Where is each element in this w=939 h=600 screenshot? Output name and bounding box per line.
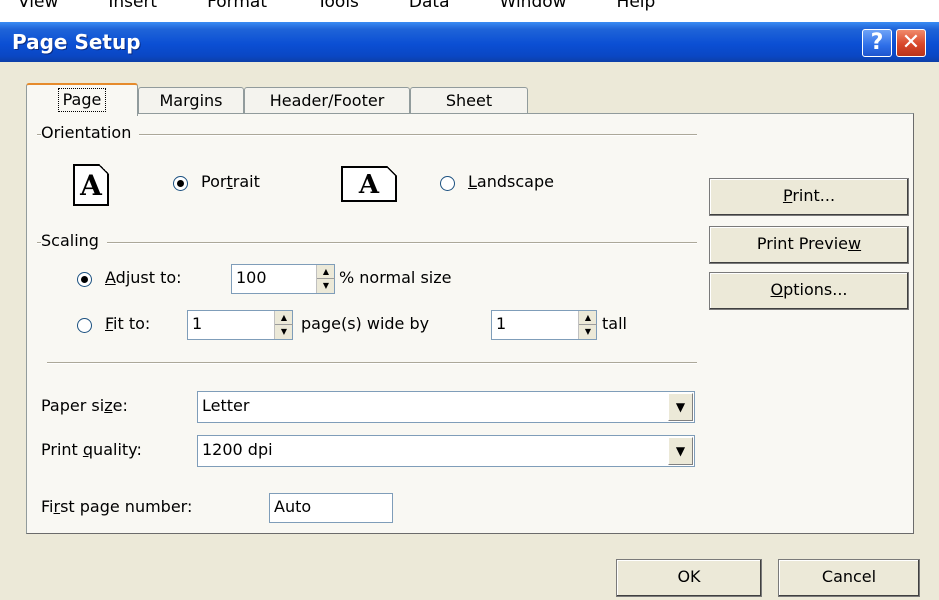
first-page-label-pre: Fi <box>41 497 54 516</box>
close-button[interactable]: ✕ <box>896 29 926 57</box>
spin-up-icon[interactable]: ▲ <box>275 311 293 325</box>
tab-page-label: Page <box>57 88 107 112</box>
page-setup-dialog: Page Margins Header/Footer Sheet Orienta… <box>0 62 939 600</box>
spin-down-icon[interactable]: ▼ <box>275 325 293 339</box>
help-icon: ? <box>870 30 884 55</box>
print-button-post: rint... <box>792 186 836 205</box>
fit-wide-input[interactable]: 1 ▲ ▼ <box>187 310 293 340</box>
landscape-label-post: andscape <box>476 172 554 191</box>
fit-to-label-post: it to: <box>113 314 151 333</box>
fit-to-label-key: F <box>105 314 114 333</box>
portrait-glyph: A <box>80 169 102 202</box>
print-button[interactable]: Print... <box>709 178 909 216</box>
first-page-input[interactable]: Auto <box>269 493 393 523</box>
tab-margins-label: Margins <box>159 91 223 110</box>
first-page-value: Auto <box>274 497 312 516</box>
landscape-radio[interactable] <box>440 176 455 191</box>
print-preview-button-key: w <box>848 234 862 253</box>
options-button[interactable]: Options... <box>709 272 909 310</box>
scaling-group-label: Scaling <box>41 231 107 250</box>
options-button-key: O <box>770 280 784 299</box>
landscape-label-key: L <box>468 172 477 191</box>
tab-sheet[interactable]: Sheet <box>410 87 528 115</box>
section-separator <box>47 362 697 364</box>
menu-data[interactable]: Data <box>409 0 450 12</box>
print-quality-select[interactable]: 1200 dpi ▼ <box>197 435 695 467</box>
tab-header-footer[interactable]: Header/Footer <box>244 87 410 115</box>
tab-sheet-label: Sheet <box>445 91 493 110</box>
fit-to-label[interactable]: Fit to: <box>105 314 150 333</box>
portrait-label[interactable]: Portrait <box>201 172 260 191</box>
spin-up-icon[interactable]: ▲ <box>579 311 597 325</box>
adjust-to-suffix: % normal size <box>339 268 452 287</box>
close-icon: ✕ <box>901 30 921 55</box>
chevron-down-icon[interactable]: ▼ <box>668 393 693 421</box>
portrait-label-post: rait <box>232 172 260 191</box>
scaling-divider <box>37 242 697 244</box>
fit-tall-spinner[interactable]: ▲ ▼ <box>578 311 597 339</box>
print-quality-label-key: q <box>82 440 94 459</box>
menu-help[interactable]: Help <box>617 0 656 12</box>
spin-down-icon[interactable]: ▼ <box>579 325 597 339</box>
paper-size-label-post: e: <box>112 396 128 415</box>
menu-insert[interactable]: Insert <box>108 0 157 12</box>
fit-tall-suffix: tall <box>602 314 627 333</box>
portrait-doc-icon: A <box>73 164 109 206</box>
window-title: Page Setup <box>12 30 141 54</box>
adjust-to-label-post: djust to: <box>115 268 182 287</box>
ok-button[interactable]: OK <box>616 559 762 597</box>
paper-size-label-pre: Paper si <box>41 396 105 415</box>
help-button[interactable]: ? <box>862 29 892 57</box>
paper-size-value: Letter <box>202 396 250 415</box>
fit-wide-suffix: page(s) wide by <box>301 314 430 333</box>
page-tab-panel: Orientation A Portrait A Landscape Scali… <box>26 113 914 534</box>
landscape-doc-icon: A <box>341 166 397 202</box>
chevron-down-icon[interactable]: ▼ <box>668 437 693 465</box>
print-preview-button-pre: Print Previe <box>756 234 848 253</box>
portrait-radio[interactable] <box>173 176 188 191</box>
print-quality-value: 1200 dpi <box>202 440 273 459</box>
fit-tall-value: 1 <box>496 314 507 333</box>
tab-header-footer-label: Header/Footer <box>269 91 385 110</box>
menubar-strip: View Insert Format Tools Data Window Hel… <box>0 0 939 22</box>
menu-tools[interactable]: Tools <box>317 0 359 12</box>
print-button-key: P <box>782 186 793 205</box>
first-page-label-post: st page number: <box>60 497 193 516</box>
options-button-post: ptions... <box>783 280 848 299</box>
print-quality-label-pre: Print <box>41 440 83 459</box>
print-quality-label: Print quality: <box>41 440 142 459</box>
paper-size-select[interactable]: Letter ▼ <box>197 391 695 423</box>
portrait-label-pre: Por <box>201 172 227 191</box>
tab-margins[interactable]: Margins <box>138 87 244 115</box>
fit-wide-value: 1 <box>192 314 203 333</box>
print-quality-label-post: uality: <box>93 440 142 459</box>
paper-size-label-key: z <box>104 396 113 415</box>
adjust-to-spinner[interactable]: ▲ ▼ <box>316 265 335 293</box>
landscape-label[interactable]: Landscape <box>468 172 554 191</box>
landscape-glyph: A <box>358 170 380 200</box>
menu-window[interactable]: Window <box>500 0 567 12</box>
spin-up-icon[interactable]: ▲ <box>317 265 335 279</box>
orientation-group-label: Orientation <box>41 123 140 142</box>
spin-down-icon[interactable]: ▼ <box>317 279 335 293</box>
fit-tall-input[interactable]: 1 ▲ ▼ <box>491 310 597 340</box>
tab-page[interactable]: Page <box>26 83 138 116</box>
fit-to-radio[interactable] <box>77 318 92 333</box>
first-page-label: First page number: <box>41 497 192 516</box>
adjust-to-label[interactable]: Adjust to: <box>105 268 182 287</box>
adjust-to-radio[interactable] <box>77 272 92 287</box>
adjust-to-input[interactable]: 100 ▲ ▼ <box>231 264 335 294</box>
print-preview-button[interactable]: Print Preview <box>709 226 909 264</box>
fit-wide-spinner[interactable]: ▲ ▼ <box>274 311 293 339</box>
menu-format[interactable]: Format <box>207 0 267 12</box>
cancel-button[interactable]: Cancel <box>778 559 920 597</box>
title-bar[interactable]: Page Setup ? ✕ <box>0 22 939 62</box>
adjust-to-value: 100 <box>236 268 267 287</box>
adjust-to-label-key: A <box>105 268 116 287</box>
menu-view[interactable]: View <box>18 0 58 12</box>
paper-size-label: Paper size: <box>41 396 128 415</box>
